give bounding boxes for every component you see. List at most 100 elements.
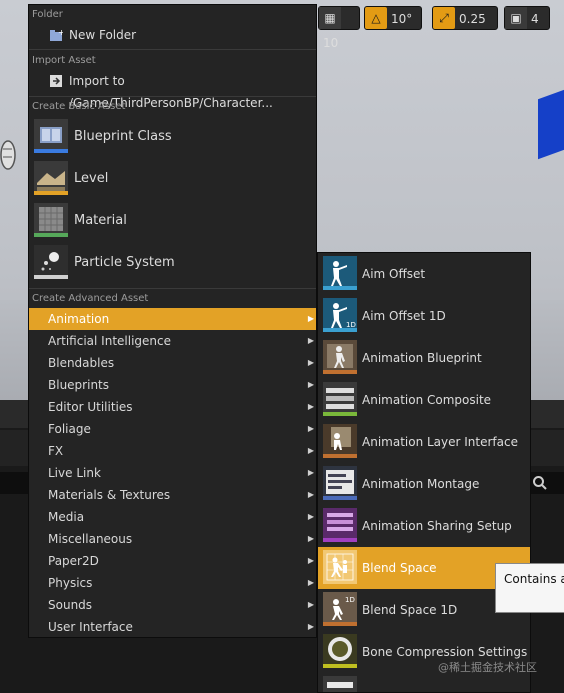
submenu-item-curve-compression[interactable] — [318, 673, 530, 692]
grid-snap-value: 10 — [323, 36, 339, 50]
menu-item-editor-utilities[interactable]: Editor Utilities ▶ — [29, 396, 316, 418]
level-menu-item[interactable]: Level — [29, 159, 316, 199]
menu-item-label: Editor Utilities — [48, 400, 133, 414]
menu-item-label: Miscellaneous — [48, 532, 133, 546]
submenu-arrow-icon: ▶ — [307, 622, 314, 631]
import-asset-menu-item[interactable]: Import to /Game/ThirdPersonBP/Character.… — [29, 70, 316, 110]
blueprint-class-icon — [34, 119, 68, 153]
blueprint-class-label: Blueprint Class — [74, 129, 172, 144]
level-label: Level — [74, 171, 109, 186]
animation-composite-icon — [323, 382, 357, 416]
basic-asset-section-header: Create Basic Asset — [32, 101, 126, 112]
new-folder-icon: + — [50, 28, 63, 41]
folder-section-header: Folder — [32, 9, 63, 20]
animation-layer-interface-icon — [323, 424, 357, 458]
import-icon — [50, 75, 62, 87]
rotation-snap-icon: △ — [365, 7, 387, 29]
blend-space-icon — [323, 550, 357, 584]
submenu-arrow-icon: ▶ — [307, 358, 314, 367]
scale-snap-value: 0.25 — [459, 12, 486, 26]
submenu-arrow-icon: ▶ — [307, 402, 314, 411]
aim-offset-1d-badge: 1D — [346, 321, 356, 329]
submenu-arrow-icon: ▶ — [307, 556, 314, 565]
menu-item-label: Animation — [48, 312, 110, 326]
submenu-arrow-icon: ▶ — [307, 446, 314, 455]
camera-speed-icon: ▣ — [505, 7, 527, 29]
new-folder-menu-item[interactable]: + New Folder — [29, 24, 316, 46]
grid-snap-button[interactable]: ▦ 10 — [318, 6, 360, 50]
menu-item-foliage[interactable]: Foliage ▶ — [29, 418, 316, 440]
submenu-item-label: Blend Space — [362, 561, 437, 575]
menu-item-label: FX — [48, 444, 64, 458]
animation-submenu: Aim Offset 1D Aim Offset 1D Animation Bl… — [317, 252, 531, 693]
menu-item-label: Paper2D — [48, 554, 99, 568]
animation-sharing-setup-icon — [323, 508, 357, 542]
menu-separator — [29, 49, 316, 50]
submenu-item-label: Aim Offset — [362, 267, 426, 281]
menu-item-animation[interactable]: Animation ▶ — [29, 308, 316, 330]
blend-space-1d-icon: 1D — [323, 592, 357, 626]
menu-item-label: Materials & Textures — [48, 488, 171, 502]
submenu-item-label: Animation Montage — [362, 477, 480, 491]
material-menu-item[interactable]: Material — [29, 201, 316, 241]
rotation-snap-value: 10° — [391, 12, 413, 26]
submenu-item-label: Animation Sharing Setup — [362, 519, 512, 533]
particle-system-label: Particle System — [74, 255, 175, 270]
grid-snap-icon: ▦ — [319, 7, 341, 29]
menu-item-label: User Interface — [48, 620, 133, 634]
blueprint-class-menu-item[interactable]: Blueprint Class — [29, 117, 316, 157]
menu-item-blueprints[interactable]: Blueprints ▶ — [29, 374, 316, 396]
aim-offset-1d-icon: 1D — [323, 298, 357, 332]
submenu-item-label: Animation Composite — [362, 393, 492, 407]
tooltip-text: Contains a — [504, 572, 564, 586]
submenu-item-animation-sharing-setup[interactable]: Animation Sharing Setup — [318, 505, 530, 547]
menu-item-artificial-intelligence[interactable]: Artificial Intelligence ▶ — [29, 330, 316, 352]
submenu-item-label: Blend Space 1D — [362, 603, 458, 617]
submenu-item-animation-montage[interactable]: Animation Montage — [318, 463, 530, 505]
menu-item-fx[interactable]: FX ▶ — [29, 440, 316, 462]
submenu-arrow-icon: ▶ — [307, 534, 314, 543]
submenu-item-label: Animation Layer Interface — [362, 435, 518, 449]
menu-item-label: Blendables — [48, 356, 115, 370]
submenu-arrow-icon: ▶ — [307, 468, 314, 477]
menu-item-live-link[interactable]: Live Link ▶ — [29, 462, 316, 484]
submenu-item-aim-offset[interactable]: Aim Offset — [318, 253, 530, 295]
content-browser-add-menu: Folder + New Folder Import Asset Import … — [28, 4, 317, 638]
watermark: @稀土掘金技术社区 — [438, 661, 537, 674]
submenu-item-aim-offset-1d[interactable]: 1D Aim Offset 1D — [318, 295, 530, 337]
level-icon — [34, 161, 68, 195]
submenu-arrow-icon: ▶ — [307, 380, 314, 389]
menu-item-label: Blueprints — [48, 378, 110, 392]
blend-space-1d-badge: 1D — [345, 596, 355, 604]
new-folder-label: New Folder — [69, 28, 137, 42]
menu-item-paper2d[interactable]: Paper2D ▶ — [29, 550, 316, 572]
menu-item-media[interactable]: Media ▶ — [29, 506, 316, 528]
rotation-snap-button[interactable]: △ 10° — [364, 6, 422, 30]
menu-item-user-interface[interactable]: User Interface ▶ — [29, 616, 316, 638]
menu-item-materials-textures[interactable]: Materials & Textures ▶ — [29, 484, 316, 506]
material-label: Material — [74, 213, 127, 228]
viewport-gizmo-icon — [0, 140, 16, 170]
menu-item-miscellaneous[interactable]: Miscellaneous ▶ — [29, 528, 316, 550]
submenu-arrow-icon: ▶ — [307, 424, 314, 433]
submenu-arrow-icon: ▶ — [307, 314, 314, 323]
menu-item-sounds[interactable]: Sounds ▶ — [29, 594, 316, 616]
submenu-item-animation-layer-interface[interactable]: Animation Layer Interface — [318, 421, 530, 463]
import-section-header: Import Asset — [32, 55, 96, 66]
submenu-item-animation-composite[interactable]: Animation Composite — [318, 379, 530, 421]
menu-item-blendables[interactable]: Blendables ▶ — [29, 352, 316, 374]
camera-speed-button[interactable]: ▣ 4 — [504, 6, 550, 30]
svg-text:+: + — [58, 28, 63, 37]
submenu-item-animation-blueprint[interactable]: Animation Blueprint — [318, 337, 530, 379]
blend-space-tooltip: Contains a — [495, 563, 564, 613]
curve-compression-icon — [323, 676, 357, 692]
particle-system-menu-item[interactable]: Particle System — [29, 243, 316, 283]
submenu-arrow-icon: ▶ — [307, 336, 314, 345]
menu-item-label: Physics — [48, 576, 93, 590]
menu-separator — [29, 288, 316, 289]
scale-snap-button[interactable]: ⤢ 0.25 — [432, 6, 498, 30]
submenu-arrow-icon: ▶ — [307, 490, 314, 499]
search-icon[interactable] — [532, 475, 548, 491]
submenu-item-label: Aim Offset 1D — [362, 309, 446, 323]
menu-item-physics[interactable]: Physics ▶ — [29, 572, 316, 594]
